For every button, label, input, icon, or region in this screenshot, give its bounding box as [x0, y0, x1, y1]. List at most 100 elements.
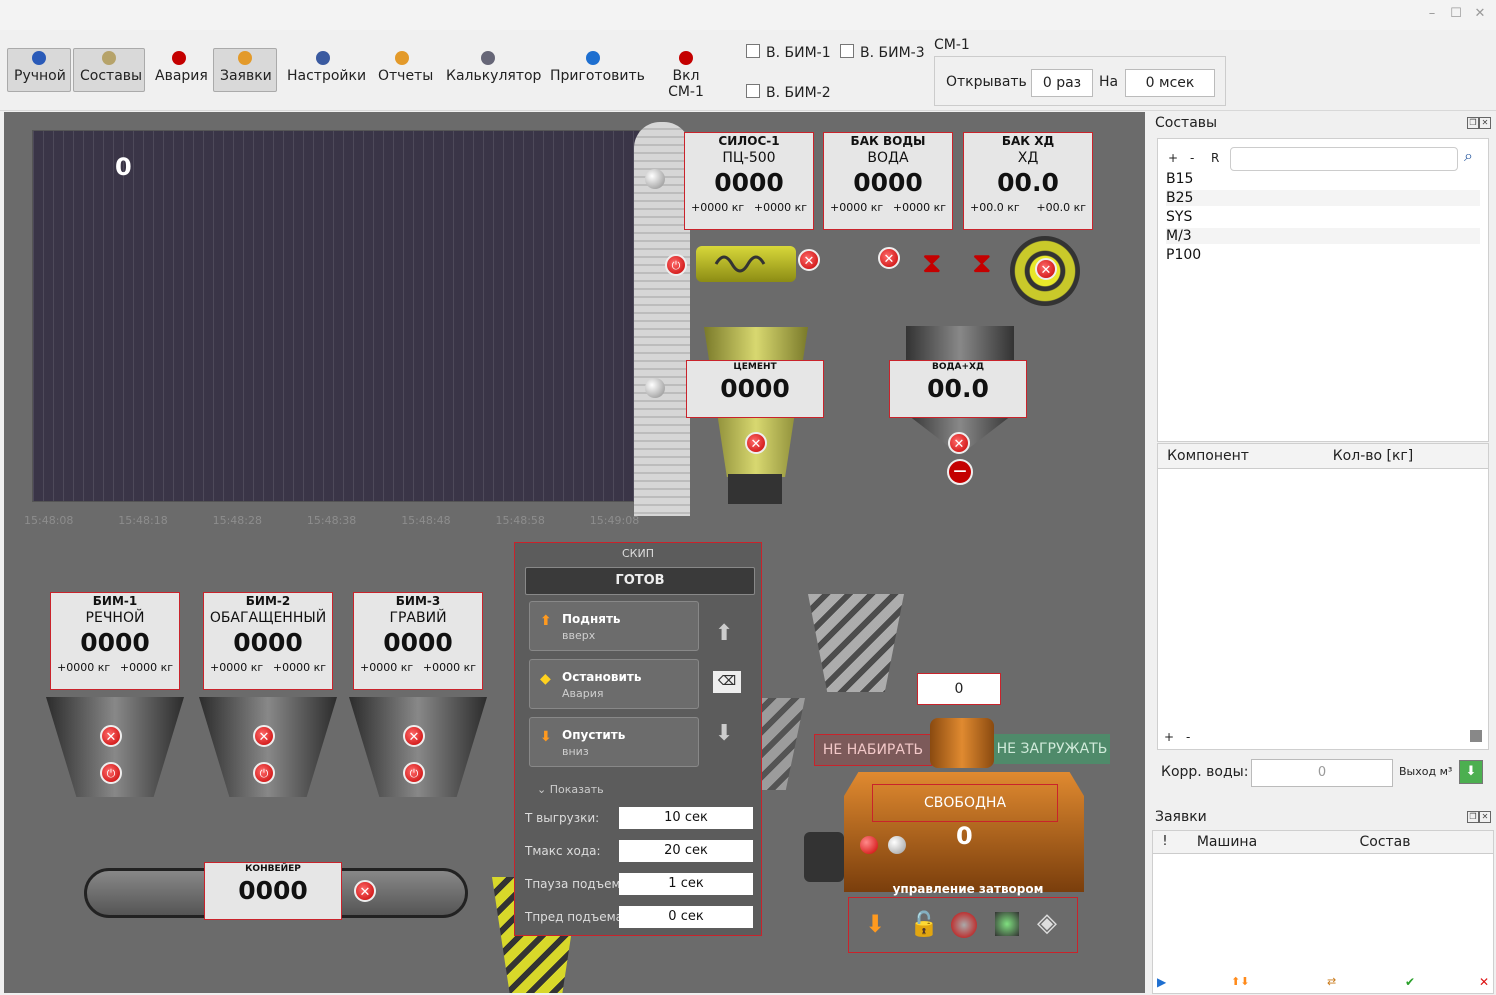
mixer-gear: [804, 832, 844, 882]
skip-up-indicator-icon: ⬆: [715, 621, 734, 646]
orders-close-icon[interactable]: ✕: [1479, 811, 1491, 823]
toolbar-button-label: Составы: [80, 68, 143, 84]
gate-status-icon[interactable]: [995, 912, 1019, 936]
mixer-counter[interactable]: 0: [917, 673, 1001, 705]
water-chem-valve-icon[interactable]: —: [947, 459, 973, 485]
recipe-list-item[interactable]: B15: [1166, 171, 1480, 187]
toolbar: Ручной Составы Авария Заявки Настройки Отчеты…: [0, 30, 1496, 111]
gate-unlock-icon[interactable]: 🔓: [909, 910, 939, 938]
skip-param-field[interactable]: 20 сек: [619, 840, 753, 862]
gate-stop-diamond-icon[interactable]: ◈: [1037, 908, 1057, 938]
skip-param-field[interactable]: 10 сек: [619, 807, 753, 829]
recipe-list-item[interactable]: SYS: [1166, 209, 1480, 225]
close-icon[interactable]: ✕: [1472, 6, 1488, 22]
toolbar-button-6[interactable]: Калькулятор: [439, 48, 541, 92]
chem-pump-stop-icon[interactable]: ✕: [1035, 258, 1057, 280]
silo-level-sensor-bottom: [645, 378, 665, 398]
recipe-search-input[interactable]: [1230, 147, 1458, 171]
water-valve-stop-icon[interactable]: ✕: [878, 247, 900, 269]
accept-order-icon[interactable]: ✔: [1405, 975, 1415, 989]
conveyor-stop-icon[interactable]: ✕: [354, 880, 376, 902]
bin-power-icon[interactable]: ⏻: [100, 762, 122, 784]
remove-component-button[interactable]: -: [1186, 730, 1190, 744]
water-chem-display: ВОДА+ХД 00.0: [889, 360, 1027, 418]
mixer-red-lamp: [860, 836, 878, 854]
close-panel-icon[interactable]: ✕: [1479, 117, 1491, 129]
recipe-icon: [102, 51, 116, 65]
gate-open-icon[interactable]: ⬇: [865, 910, 885, 938]
bin-stop-icon[interactable]: ✕: [403, 725, 425, 747]
maximize-icon[interactable]: ☐: [1448, 6, 1464, 22]
gate-control-title: управление затвором: [892, 882, 1044, 896]
chem-title: БАК ХД: [1001, 134, 1055, 148]
open-count-field[interactable]: 0 раз: [1031, 69, 1093, 97]
component-table: Компонент Кол-во [кг] + -: [1157, 443, 1489, 750]
bim2-checkbox[interactable]: В. БИМ-2: [746, 84, 831, 101]
time-tick: 15:48:08: [24, 514, 74, 527]
no-load-button[interactable]: НЕ НАБИРАТЬ: [814, 734, 932, 766]
no-unload-button[interactable]: НЕ ЗАГРУЖАТЬ: [994, 734, 1110, 764]
skip-stop-button[interactable]: ◆ Остановить Авария: [529, 659, 699, 709]
screw-power-icon[interactable]: ⏻: [665, 254, 687, 276]
search-icon[interactable]: ⌕: [1464, 146, 1473, 166]
move-order-icon[interactable]: ⬆⬇: [1231, 975, 1249, 988]
download-icon[interactable]: ⬇: [1459, 760, 1483, 784]
bim3-checkbox-label: В. БИМ-3: [860, 45, 925, 61]
orders-float-icon[interactable]: ❐: [1467, 811, 1479, 823]
skip-up-button[interactable]: ⬆ Поднять вверх: [529, 601, 699, 651]
bin-stop-icon[interactable]: ✕: [100, 725, 122, 747]
minimize-icon[interactable]: –: [1424, 6, 1440, 22]
recipe-list-item[interactable]: B25: [1166, 190, 1480, 206]
skip-show-toggle[interactable]: ⌄ Показать: [537, 783, 604, 796]
water-corr-input[interactable]: 0: [1251, 759, 1393, 787]
orders-title: Заявки: [1155, 809, 1207, 825]
recipe-column-header[interactable]: Состав: [1277, 831, 1493, 854]
float-icon[interactable]: ❐: [1467, 117, 1479, 129]
bin-power-icon[interactable]: ⏻: [253, 762, 275, 784]
bin-stop-icon[interactable]: ✕: [253, 725, 275, 747]
toolbar-button-3[interactable]: Заявки: [213, 48, 277, 92]
bim3-checkbox[interactable]: В. БИМ-3: [840, 44, 925, 61]
toolbar-button-8[interactable]: Вкл СМ-1: [649, 48, 723, 100]
conveyor-title: КОНВЕЙЕР: [245, 864, 301, 874]
toolbar-button-7[interactable]: Приготовить: [543, 48, 645, 92]
arrow-up-icon: ⬆: [540, 613, 552, 629]
recipe-list-item[interactable]: M/3: [1166, 228, 1480, 244]
toolbar-button-4[interactable]: Настройки: [280, 48, 366, 92]
skip-clear-icon[interactable]: ⌫: [713, 671, 741, 693]
priority-column-header[interactable]: !: [1153, 831, 1178, 854]
skip-down-indicator-icon: ⬇: [715, 721, 734, 746]
on-duration-field[interactable]: 0 мсек: [1125, 69, 1215, 97]
toolbar-button-label: Авария: [155, 68, 208, 84]
stop-diamond-icon: ◆: [540, 671, 551, 687]
refresh-recipe-button[interactable]: R: [1211, 151, 1219, 165]
screw-stop-icon[interactable]: ✕: [798, 249, 820, 271]
delete-order-icon[interactable]: ✕: [1479, 975, 1489, 989]
time-tick: 15:49:08: [589, 514, 640, 527]
bin-power-icon[interactable]: ⏻: [403, 762, 425, 784]
toolbar-button-0[interactable]: Ручной: [7, 48, 71, 92]
swap-order-icon[interactable]: ⇄: [1327, 975, 1336, 988]
toolbar-button-label: Заявки: [220, 68, 272, 84]
skip-param-field[interactable]: 1 сек: [619, 873, 753, 895]
play-order-icon[interactable]: ▶: [1157, 975, 1166, 989]
bim1-checkbox[interactable]: В. БИМ-1: [746, 44, 831, 61]
skip-param-field[interactable]: 0 сек: [619, 906, 753, 928]
skip-down-button[interactable]: ⬇ Опустить вниз: [529, 717, 699, 767]
remove-recipe-button[interactable]: -: [1190, 151, 1194, 165]
gate-control-panel: ⬇ 🔓 ◈: [848, 897, 1078, 953]
component-column-header[interactable]: Компонент: [1158, 444, 1259, 469]
truck-column-header[interactable]: Машина: [1177, 831, 1278, 854]
water-chem-stop-icon[interactable]: ✕: [948, 432, 970, 454]
gate-stop-icon[interactable]: [951, 912, 977, 938]
add-component-button[interactable]: +: [1164, 730, 1174, 744]
toolbar-button-1[interactable]: Составы: [73, 48, 145, 92]
grid-icon[interactable]: [1470, 730, 1482, 742]
silo-level-sensor-top: [645, 169, 665, 189]
quantity-column-header[interactable]: Кол-во [кг]: [1258, 444, 1488, 469]
cement-stop-icon[interactable]: ✕: [745, 432, 767, 454]
toolbar-button-2[interactable]: Авария: [148, 48, 210, 92]
add-recipe-button[interactable]: +: [1168, 151, 1178, 165]
recipe-list-item[interactable]: P100: [1166, 247, 1480, 263]
toolbar-button-5[interactable]: Отчеты: [371, 48, 433, 92]
